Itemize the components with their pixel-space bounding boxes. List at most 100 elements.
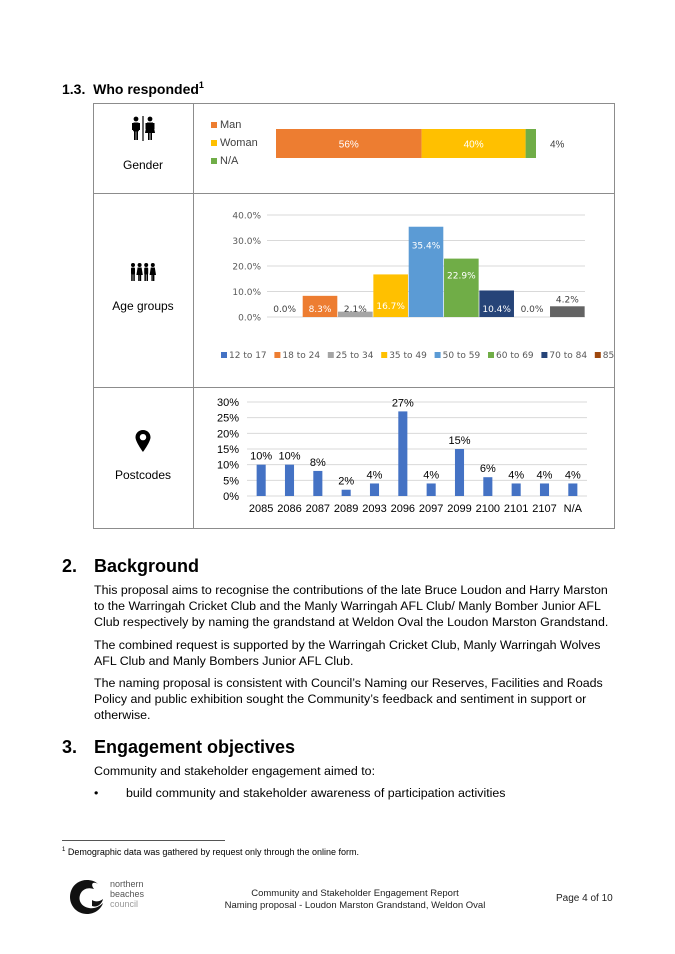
data-label: 2% [338, 476, 354, 488]
footer-report-info: Community and Stakeholder Engagement Rep… [200, 888, 510, 912]
row-label-postcodes: Postcodes [114, 468, 172, 482]
x-tick-label: 2101 [504, 503, 528, 515]
data-label: 0.0% [273, 305, 296, 315]
bar-2099 [454, 449, 465, 496]
data-label: 6% [480, 463, 496, 475]
group-people-icon [93, 262, 193, 287]
x-tick-label: 2089 [334, 503, 358, 515]
data-label: 4% [367, 469, 383, 481]
x-tick-label: 2087 [306, 503, 330, 515]
logo-line: northern [110, 879, 144, 889]
bar-2093 [369, 483, 380, 496]
legend-item-woman: Woman [211, 137, 258, 149]
section-number: 3. [62, 737, 78, 757]
legend-swatch [488, 352, 494, 358]
bar-segment-na [525, 129, 536, 158]
bullet-icon: • [94, 786, 99, 800]
section-heading-background: 2. Background [62, 556, 199, 577]
section-heading-who-responded: 1.3. Who responded1 [62, 80, 204, 97]
legend-item: 25 to 34 [327, 351, 374, 361]
data-label: 4% [423, 469, 439, 481]
footer-report-title: Community and Stakeholder Engagement Rep… [251, 888, 459, 899]
legend-label: 70 to 84 [549, 351, 587, 361]
x-tick-label: 2107 [532, 503, 556, 515]
legend-label: 12 to 17 [229, 351, 267, 361]
x-tick-label: 2093 [362, 503, 386, 515]
legend-item: 60 to 69 [488, 351, 534, 361]
footnote-separator [62, 840, 225, 841]
age-groups-bar-chart: 0.0% 10.0% 20.0% 30.0% 40.0% 0.0% 8.3% 2.1% 16.7… [221, 212, 615, 361]
x-tick-label: 2100 [476, 503, 500, 515]
restroom-man-woman-icon [93, 115, 193, 148]
legend-item-na: N/A [211, 155, 238, 167]
bullet-text: build community and stakeholder awarenes… [126, 786, 506, 800]
bar-n/a [550, 306, 585, 317]
data-label: 16.7% [376, 302, 405, 312]
section-title: Background [94, 556, 200, 576]
background-paragraph: This proposal aims to recognise the cont… [94, 583, 609, 629]
map-pin-icon [93, 430, 193, 457]
x-tick-label: 2099 [447, 503, 471, 515]
y-tick-label: 30% [217, 397, 239, 409]
legend-item-man: Man [211, 119, 241, 131]
x-tick-label: 2085 [249, 503, 273, 515]
legend-item: 12 to 17 [221, 351, 267, 361]
legend-item: 85+ [594, 351, 615, 361]
y-tick-label: 30.0% [232, 237, 261, 247]
legend-item: 70 to 84 [541, 351, 587, 361]
legend-swatch [594, 352, 601, 358]
bar-2086 [284, 464, 295, 496]
legend-swatch [274, 352, 281, 358]
y-tick-label: 5% [223, 475, 239, 487]
legend-swatch [434, 352, 441, 358]
engagement-intro: Community and stakeholder engagement aim… [94, 764, 376, 778]
legend-item: 35 to 49 [381, 351, 427, 361]
data-label: 4.2% [556, 295, 579, 305]
legend-swatch [541, 352, 548, 358]
row-label-age-groups: Age groups [112, 299, 174, 313]
bar-2085 [256, 464, 266, 496]
legend-swatch [221, 352, 227, 358]
y-tick-label: 0.0% [238, 314, 261, 324]
footnote-number: 1 [62, 847, 66, 853]
footnote-text: Demographic data was gathered by request… [67, 847, 360, 857]
page-number: Page 4 of 10 [556, 893, 613, 904]
background-paragraph: The naming proposal is consistent with C… [94, 676, 603, 722]
data-label: 10% [278, 451, 300, 463]
gender-stacked-bar-chart: 56% 40% 4% [276, 129, 565, 158]
legend-label: 85+ [603, 351, 615, 361]
bar-2100 [483, 477, 493, 496]
bar-60-to-69 [444, 258, 479, 317]
y-tick-label: 20.0% [232, 263, 261, 273]
y-tick-label: 15% [217, 444, 239, 456]
data-label: 8.3% [309, 305, 332, 315]
data-label: 56% [339, 140, 359, 151]
section-number: 1.3. [62, 81, 86, 97]
bar-2087 [313, 470, 323, 496]
council-logo-text: northern beaches council [110, 879, 144, 909]
legend-label: Man [220, 119, 242, 131]
y-tick-label: 10% [217, 460, 239, 472]
y-tick-label: 10.0% [232, 288, 261, 298]
footer-report-subtitle: Naming proposal - Loudon Marston Grandst… [224, 900, 486, 911]
data-label: 10.4% [482, 305, 511, 315]
legend-item: 18 to 24 [274, 351, 320, 361]
section-heading-engagement-objectives: 3. Engagement objectives [62, 737, 295, 758]
bar-2107 [539, 483, 550, 496]
legend-label: Woman [220, 137, 258, 149]
bar-na [568, 483, 578, 496]
bar-2096 [398, 411, 408, 496]
legend-label: 25 to 34 [336, 351, 374, 361]
legend-label: 18 to 24 [282, 351, 320, 361]
section-number: 2. [62, 556, 78, 576]
legend-label: 60 to 69 [496, 351, 534, 361]
y-tick-label: 25% [217, 413, 239, 425]
background-paragraph: The combined request is supported by the… [94, 638, 601, 668]
data-label: 4% [550, 140, 565, 151]
legend-label: 50 to 59 [443, 351, 481, 361]
legend-item: 50 to 59 [434, 351, 481, 361]
table-column-divider [193, 103, 194, 529]
legend-label: N/A [220, 155, 239, 167]
section-title: Who responded [93, 81, 199, 97]
x-tick-label: 2096 [391, 503, 415, 515]
